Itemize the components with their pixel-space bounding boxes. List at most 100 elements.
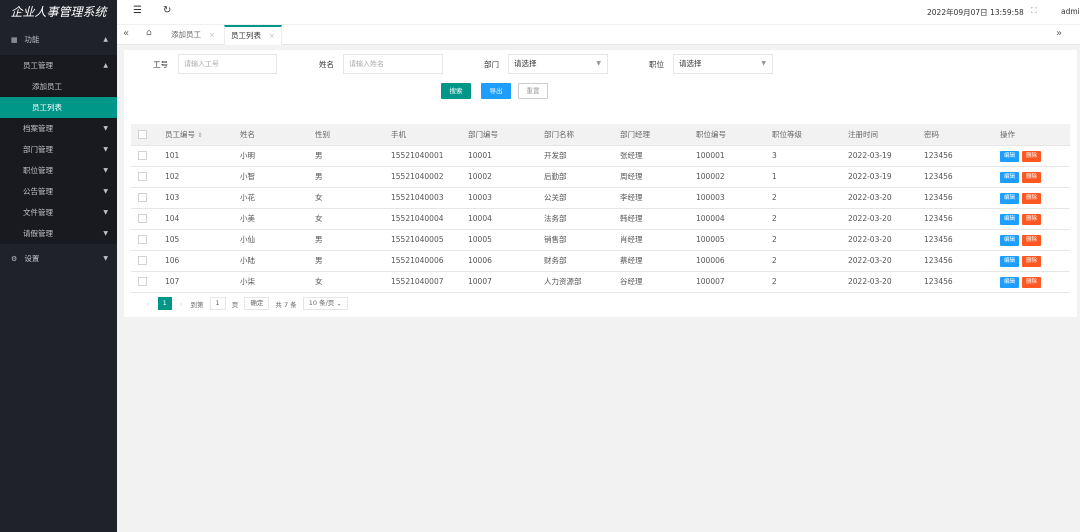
close-icon[interactable]: × xyxy=(209,31,215,39)
delete-button[interactable]: 删除 xyxy=(1022,234,1041,246)
delete-button[interactable]: 删除 xyxy=(1022,150,1041,162)
menu-function[interactable]: ▦ 功能 ▲ xyxy=(0,25,117,55)
row-checkbox[interactable] xyxy=(138,214,147,224)
table-row[interactable]: 102 小智男 15521040002 10002 后勤部 周经理 100002 1 2022-… xyxy=(131,166,1070,188)
refresh-icon[interactable]: ↻ xyxy=(163,5,171,16)
table-cell: 100001 xyxy=(689,145,765,167)
tab-prev-icon[interactable]: « xyxy=(123,28,129,39)
table-cell: 公关部 xyxy=(537,187,613,209)
menu-department[interactable]: 部门管理 ▼ xyxy=(0,139,117,160)
row-checkbox[interactable] xyxy=(138,172,147,182)
menu-notice[interactable]: 公告管理 ▼ xyxy=(0,181,117,202)
current-page[interactable]: 1 xyxy=(157,297,172,310)
menu-employee-management[interactable]: 员工管理 ▲ xyxy=(0,55,117,76)
page-size-select[interactable]: 10 条/页 ⌄ xyxy=(302,297,348,310)
table-row[interactable]: 104 小美女 15521040004 10004 法务部 韩经理 100004 2 2022-… xyxy=(131,208,1070,230)
table-cell: 10001 xyxy=(461,145,537,167)
employee-list-card: 工号 请输入工号 姓名 请输入姓名 部门 请选择 ▼ 职位 请选择 ▼ 搜索 导… xyxy=(124,50,1077,317)
next-page-icon[interactable]: › xyxy=(180,300,183,308)
select-all-cell[interactable] xyxy=(131,124,158,146)
user-name[interactable]: admin xyxy=(1061,7,1080,16)
tab-employee-list[interactable]: 员工列表 × xyxy=(224,25,282,45)
row-select-cell[interactable] xyxy=(131,145,158,167)
row-actions: 编辑 删除 xyxy=(993,250,1070,272)
menu-add-employee[interactable]: 添加员工 xyxy=(0,76,117,97)
dept-select[interactable]: 请选择 ▼ xyxy=(508,54,608,74)
search-button[interactable]: 搜索 xyxy=(441,83,471,99)
row-select-cell[interactable] xyxy=(131,187,158,209)
delete-button[interactable]: 删除 xyxy=(1022,213,1041,225)
row-checkbox[interactable] xyxy=(138,256,147,266)
col-actions: 操作 xyxy=(993,124,1070,146)
menu-leave[interactable]: 请假管理 ▼ xyxy=(0,223,117,244)
table-cell: 100004 xyxy=(689,208,765,230)
pagination: ‹ 1 › 到第 1 页 确定 共 7 条 10 条/页 ⌄ xyxy=(147,297,348,310)
edit-button[interactable]: 编辑 xyxy=(1000,192,1019,204)
table-cell: 100002 xyxy=(689,166,765,188)
tab-add-employee[interactable]: 添加员工 × xyxy=(165,25,221,45)
row-checkbox[interactable] xyxy=(138,193,147,203)
reset-button[interactable]: 重置 xyxy=(518,83,548,99)
row-select-cell[interactable] xyxy=(131,208,158,230)
row-checkbox[interactable] xyxy=(138,235,147,245)
menu-toggle-icon[interactable]: ☰ xyxy=(133,5,142,16)
edit-button[interactable]: 编辑 xyxy=(1000,276,1019,288)
menu-archive[interactable]: 档案管理 ▼ xyxy=(0,118,117,139)
position-label: 职位 xyxy=(649,60,664,69)
edit-button[interactable]: 编辑 xyxy=(1000,213,1019,225)
table-cell: 2 xyxy=(765,187,841,209)
row-checkbox[interactable] xyxy=(138,151,147,161)
col-employee-no[interactable]: 员工编号 ⇕ xyxy=(158,124,233,146)
table-cell: 2 xyxy=(765,208,841,230)
row-select-cell[interactable] xyxy=(131,166,158,188)
delete-button[interactable]: 删除 xyxy=(1022,276,1041,288)
row-select-cell[interactable] xyxy=(131,271,158,293)
col-register-time: 注册时间 xyxy=(841,124,917,146)
close-icon[interactable]: × xyxy=(269,32,275,40)
table-cell: 2022-03-20 xyxy=(841,208,917,230)
table-cell: 张经理 xyxy=(613,145,689,167)
job-no-input[interactable]: 请输入工号 xyxy=(178,54,277,74)
edit-button[interactable]: 编辑 xyxy=(1000,255,1019,267)
page-input[interactable]: 1 xyxy=(209,297,226,310)
table-row[interactable]: 101 小明男 15521040001 10001 开发部 张经理 100001 3 2022-… xyxy=(131,145,1070,167)
table-cell: 2 xyxy=(765,229,841,251)
delete-button[interactable]: 删除 xyxy=(1022,255,1041,267)
table-cell: 10002 xyxy=(461,166,537,188)
table-row[interactable]: 105 小仙男 15521040005 10005 销售部 肖经理 100005 2 2022-… xyxy=(131,229,1070,251)
function-submenu: 员工管理 ▲ 添加员工 员工列表 档案管理 ▼ 部门管理 ▼ 职位管理 ▼ 公告… xyxy=(0,55,117,244)
confirm-button[interactable]: 确定 xyxy=(244,297,270,310)
row-checkbox[interactable] xyxy=(138,277,147,287)
table-header-row: 员工编号 ⇕ 姓名 性别 手机 部门编号 部门名称 部门经理 职位编号 职位等级… xyxy=(131,124,1070,146)
table-cell: 2022-03-20 xyxy=(841,229,917,251)
export-button[interactable]: 导出 xyxy=(481,83,511,99)
table-cell: 小花 xyxy=(233,187,308,209)
edit-button[interactable]: 编辑 xyxy=(1000,171,1019,183)
row-select-cell[interactable] xyxy=(131,250,158,272)
menu-employee-list[interactable]: 员工列表 xyxy=(0,97,117,118)
menu-file[interactable]: 文件管理 ▼ xyxy=(0,202,117,223)
table-row[interactable]: 106 小陆男 15521040006 10006 财务部 蔡经理 100006 2 2022-… xyxy=(131,250,1070,272)
table-row[interactable]: 103 小花女 15521040003 10003 公关部 李经理 100003 2 2022-… xyxy=(131,187,1070,209)
edit-button[interactable]: 编辑 xyxy=(1000,150,1019,162)
delete-button[interactable]: 删除 xyxy=(1022,171,1041,183)
table-row[interactable]: 107 小柒女 15521040007 10007 人力资源部 谷经理 100007 2 202… xyxy=(131,271,1070,293)
col-dept-name: 部门名称 xyxy=(537,124,613,146)
prev-page-icon[interactable]: ‹ xyxy=(147,300,150,308)
name-input[interactable]: 请输入姓名 xyxy=(343,54,443,74)
fullscreen-icon[interactable]: ⛶ xyxy=(1031,6,1037,16)
chevron-down-icon: ▼ xyxy=(103,230,108,237)
home-icon[interactable]: ⌂ xyxy=(146,28,152,38)
table-cell: 10005 xyxy=(461,229,537,251)
menu-settings[interactable]: ⚙ 设置 ▼ xyxy=(0,244,117,274)
sort-icon[interactable]: ⇕ xyxy=(197,132,202,139)
menu-position[interactable]: 职位管理 ▼ xyxy=(0,160,117,181)
delete-button[interactable]: 删除 xyxy=(1022,192,1041,204)
edit-button[interactable]: 编辑 xyxy=(1000,234,1019,246)
row-select-cell[interactable] xyxy=(131,229,158,251)
tab-next-icon[interactable]: » xyxy=(1056,28,1062,39)
table-cell: 123456 xyxy=(917,208,993,230)
position-select[interactable]: 请选择 ▼ xyxy=(673,54,773,74)
select-all-checkbox[interactable] xyxy=(138,130,147,139)
table-cell: 2022-03-20 xyxy=(841,271,917,293)
